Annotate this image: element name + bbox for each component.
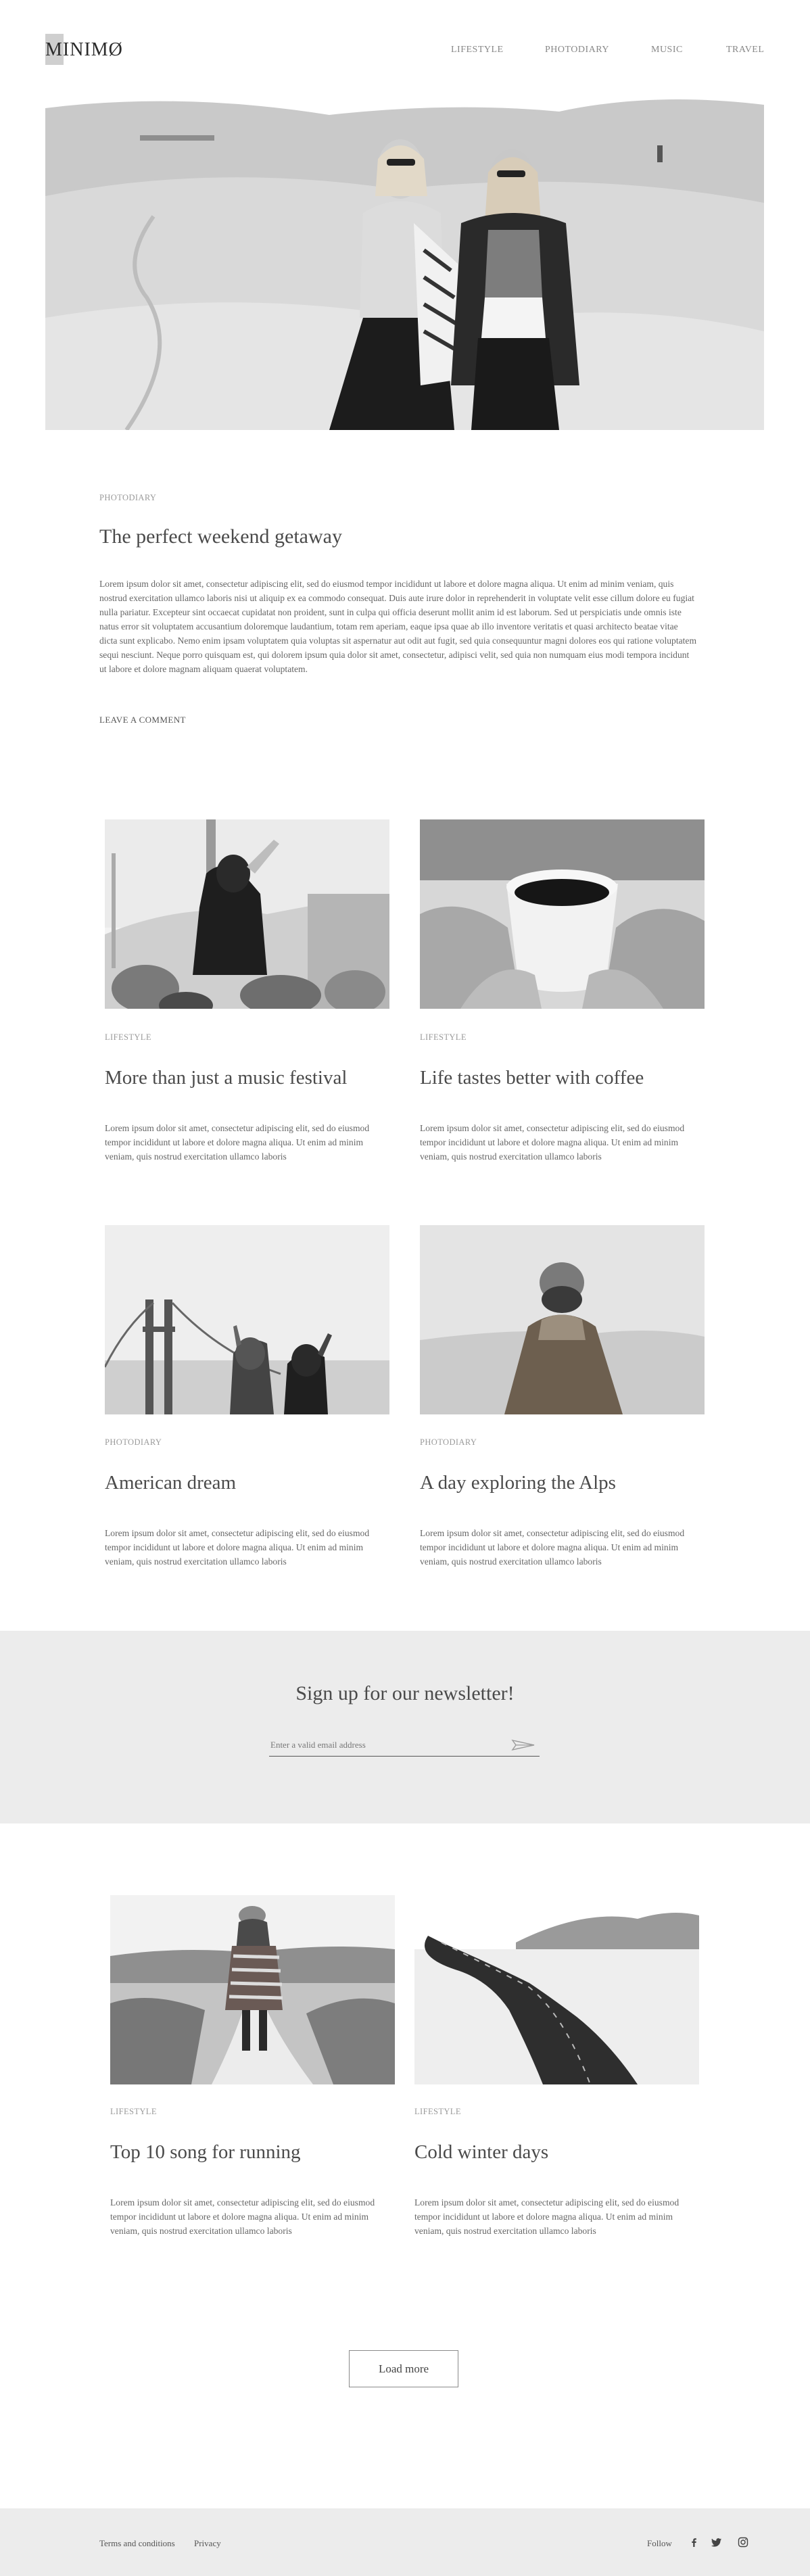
post-title[interactable]: Top 10 song for running — [110, 2141, 301, 2164]
post-image-bridge[interactable] — [105, 1225, 389, 1414]
post-title[interactable]: American dream — [105, 1472, 236, 1494]
terms-link[interactable]: Terms and conditions — [99, 2538, 175, 2549]
post-category[interactable]: LIFESTYLE — [414, 2107, 461, 2117]
facebook-icon[interactable] — [688, 2537, 699, 2548]
logo[interactable]: MINIMØ — [45, 34, 123, 65]
twitter-icon[interactable] — [711, 2537, 722, 2548]
post-image-winter-road[interactable] — [414, 1895, 699, 2084]
post-title[interactable]: Life tastes better with coffee — [420, 1067, 644, 1089]
post-excerpt: Lorem ipsum dolor sit amet, consectetur … — [414, 2197, 680, 2236]
post-category[interactable]: LIFESTYLE — [105, 1032, 151, 1043]
featured-category[interactable]: PHOTODIARY — [99, 493, 156, 503]
hero-image[interactable] — [45, 95, 764, 430]
post-image-coffee[interactable] — [420, 819, 705, 1009]
post-excerpt: Lorem ipsum dolor sit amet, consectetur … — [420, 1528, 685, 1567]
logo-text: MINIMØ — [45, 39, 123, 60]
page: MINIMØ LIFESTYLE PHOTODIARY MUSIC TRAVEL — [0, 0, 810, 2576]
post-category[interactable]: PHOTODIARY — [420, 1437, 477, 1448]
featured-body: Lorem ipsum dolor sit amet, consectetur … — [99, 579, 697, 674]
newsletter-section: Sign up for our newsletter! — [0, 1631, 810, 1823]
nav-music[interactable]: MUSIC — [651, 45, 683, 55]
post-title[interactable]: Cold winter days — [414, 2141, 548, 2164]
instagram-icon[interactable] — [738, 2537, 748, 2548]
post-excerpt: Lorem ipsum dolor sit amet, consectetur … — [105, 1123, 370, 1162]
paper-plane-icon[interactable] — [511, 1739, 535, 1751]
newsletter-title: Sign up for our newsletter! — [295, 1682, 515, 1704]
post-title[interactable]: A day exploring the Alps — [420, 1472, 616, 1494]
post-image-running[interactable] — [110, 1895, 395, 2084]
post-title[interactable]: More than just a music festival — [105, 1067, 347, 1089]
privacy-link[interactable]: Privacy — [194, 2538, 221, 2549]
post-category[interactable]: PHOTODIARY — [105, 1437, 162, 1448]
nav-photodiary[interactable]: PHOTODIARY — [545, 45, 609, 55]
featured-title[interactable]: The perfect weekend getaway — [99, 525, 342, 548]
nav-lifestyle[interactable]: LIFESTYLE — [451, 45, 504, 55]
newsletter-email-input[interactable] — [269, 1734, 540, 1757]
follow-label: Follow — [647, 2538, 672, 2548]
post-image-alps[interactable] — [420, 1225, 705, 1414]
post-excerpt: Lorem ipsum dolor sit amet, consectetur … — [105, 1528, 370, 1567]
post-category[interactable]: LIFESTYLE — [110, 2107, 157, 2117]
post-excerpt: Lorem ipsum dolor sit amet, consectetur … — [110, 2197, 375, 2236]
nav-travel[interactable]: TRAVEL — [726, 45, 764, 55]
post-excerpt: Lorem ipsum dolor sit amet, consectetur … — [420, 1123, 685, 1162]
footer: Terms and conditions Privacy Follow — [0, 2508, 810, 2576]
load-more-button[interactable]: Load more — [349, 2350, 458, 2387]
leave-comment-link[interactable]: LEAVE A COMMENT — [99, 715, 186, 725]
post-category[interactable]: LIFESTYLE — [420, 1032, 467, 1043]
post-image-festival[interactable] — [105, 819, 389, 1009]
